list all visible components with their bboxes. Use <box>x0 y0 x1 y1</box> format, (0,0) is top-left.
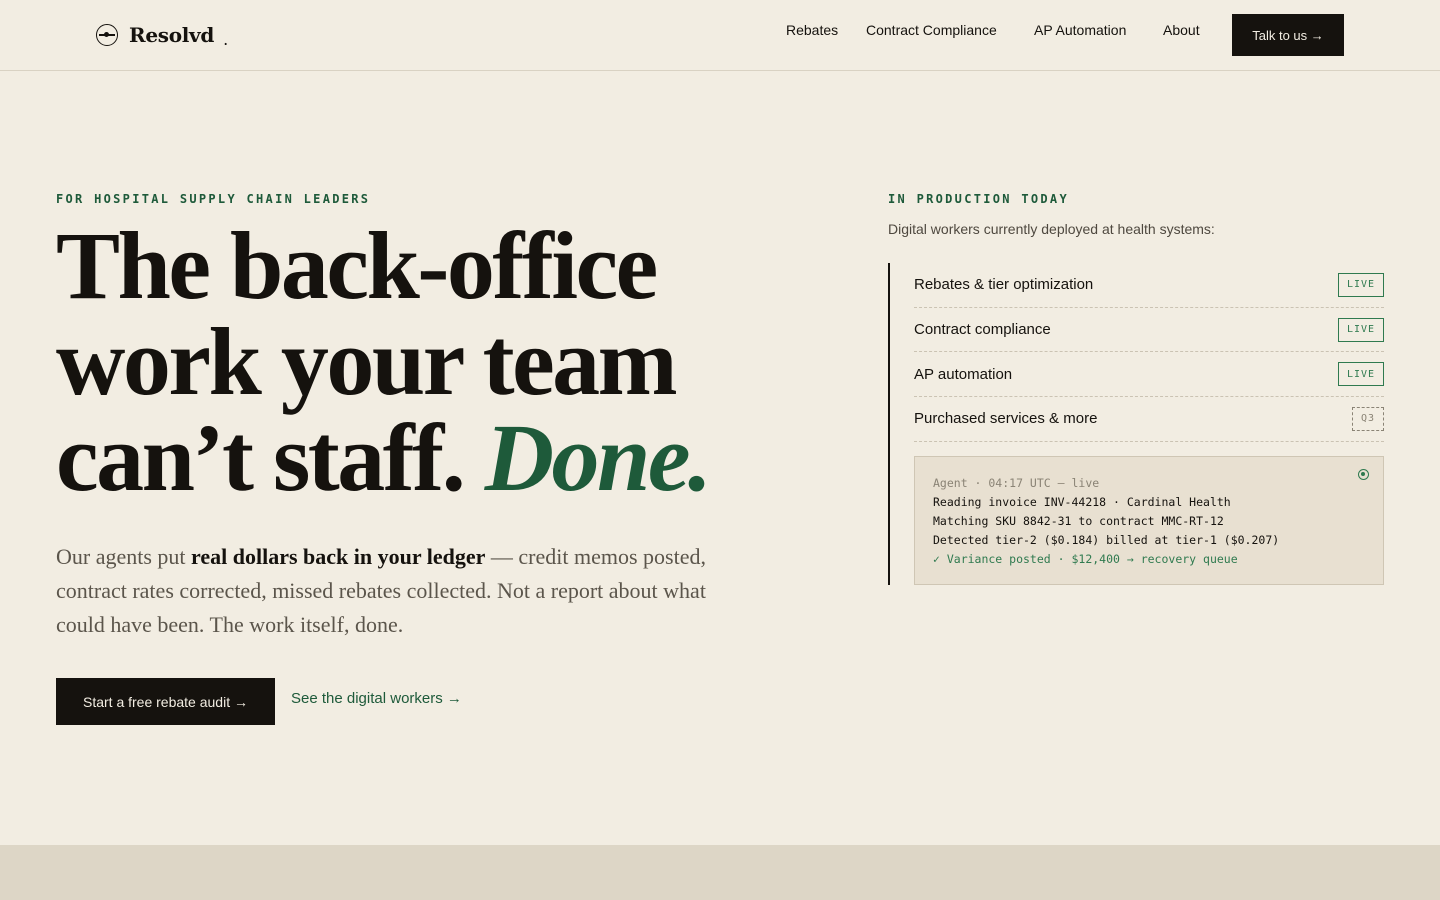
nav-link-about[interactable]: About <box>1163 22 1200 38</box>
headline-accent: Done. <box>484 404 712 511</box>
brand-mark-icon <box>96 24 118 46</box>
nav-link-rebates[interactable]: Rebates <box>786 22 838 38</box>
talk-to-us-button[interactable]: Talk to us → <box>1232 14 1344 56</box>
headline-line-3: can’t staff. Done. <box>56 410 816 506</box>
worker-label: Rebates & tier optimization <box>914 276 1094 294</box>
worker-label: AP automation <box>914 365 1013 383</box>
console-line: Detected tier-2 ($0.184) billed at tier-… <box>933 533 1280 547</box>
see-digital-workers-link[interactable]: See the digital workers → <box>291 690 462 707</box>
next-section-band <box>0 845 1440 900</box>
status-badge-live: LIVE <box>1338 362 1384 387</box>
agent-activity-console: Agent · 04:17 UTC — live Reading invoice… <box>914 456 1384 585</box>
worker-list-rail <box>888 263 890 585</box>
worker-item-ap-automation[interactable]: AP automation LIVE <box>914 352 1384 398</box>
hero-subcopy: Our agents put real dollars back in your… <box>56 540 726 642</box>
worker-item-purchased-services[interactable]: Purchased services & more Q3 <box>914 397 1384 442</box>
subcopy-emphasis: real dollars back in your ledger <box>191 544 486 569</box>
production-eyebrow: IN PRODUCTION TODAY <box>888 192 1069 206</box>
hero-eyebrow: FOR HOSPITAL SUPPLY CHAIN LEADERS <box>56 192 371 206</box>
headline-line-3-text: can’t staff. <box>56 404 485 511</box>
console-line: Matching SKU 8842-31 to contract MMC-RT-… <box>933 514 1224 528</box>
worker-label: Contract compliance <box>914 321 1051 339</box>
nav-link-ap-automation[interactable]: AP Automation <box>1034 22 1126 38</box>
digital-worker-list: Rebates & tier optimization LIVE Contrac… <box>914 263 1384 442</box>
status-badge-upcoming: Q3 <box>1352 406 1384 431</box>
hero-headline: The back-office work your team can’t sta… <box>56 218 816 506</box>
worker-item-rebates[interactable]: Rebates & tier optimization LIVE <box>914 263 1384 308</box>
console-line-meta: Agent · 04:17 UTC — live <box>933 476 1100 490</box>
nav-link-contract-compliance[interactable]: Contract Compliance <box>866 22 997 38</box>
brand-suffix: . <box>223 29 229 49</box>
headline-line-1: The back-office <box>56 212 658 319</box>
status-badge-live: LIVE <box>1338 317 1384 342</box>
top-navigation-bar: Resolvd . Rebates Contract Compliance AP… <box>0 0 1440 71</box>
production-subtitle: Digital workers currently deployed at he… <box>888 221 1215 237</box>
subcopy-lead: Our agents put <box>56 544 192 569</box>
console-line-success: ✓ Variance posted · $12,400 → recovery q… <box>933 552 1238 566</box>
worker-label: Purchased services & more <box>914 410 1098 428</box>
brand-logo[interactable]: Resolvd . <box>96 20 228 50</box>
headline-line-2: work your team <box>56 308 678 415</box>
worker-item-contract-compliance[interactable]: Contract compliance LIVE <box>914 308 1384 353</box>
brand-name: Resolvd <box>129 23 215 47</box>
start-rebate-audit-button[interactable]: Start a free rebate audit → <box>56 678 275 725</box>
live-indicator-icon <box>1358 469 1369 480</box>
console-line: Reading invoice INV-44218 · Cardinal Hea… <box>933 495 1231 509</box>
status-badge-live: LIVE <box>1338 272 1384 297</box>
